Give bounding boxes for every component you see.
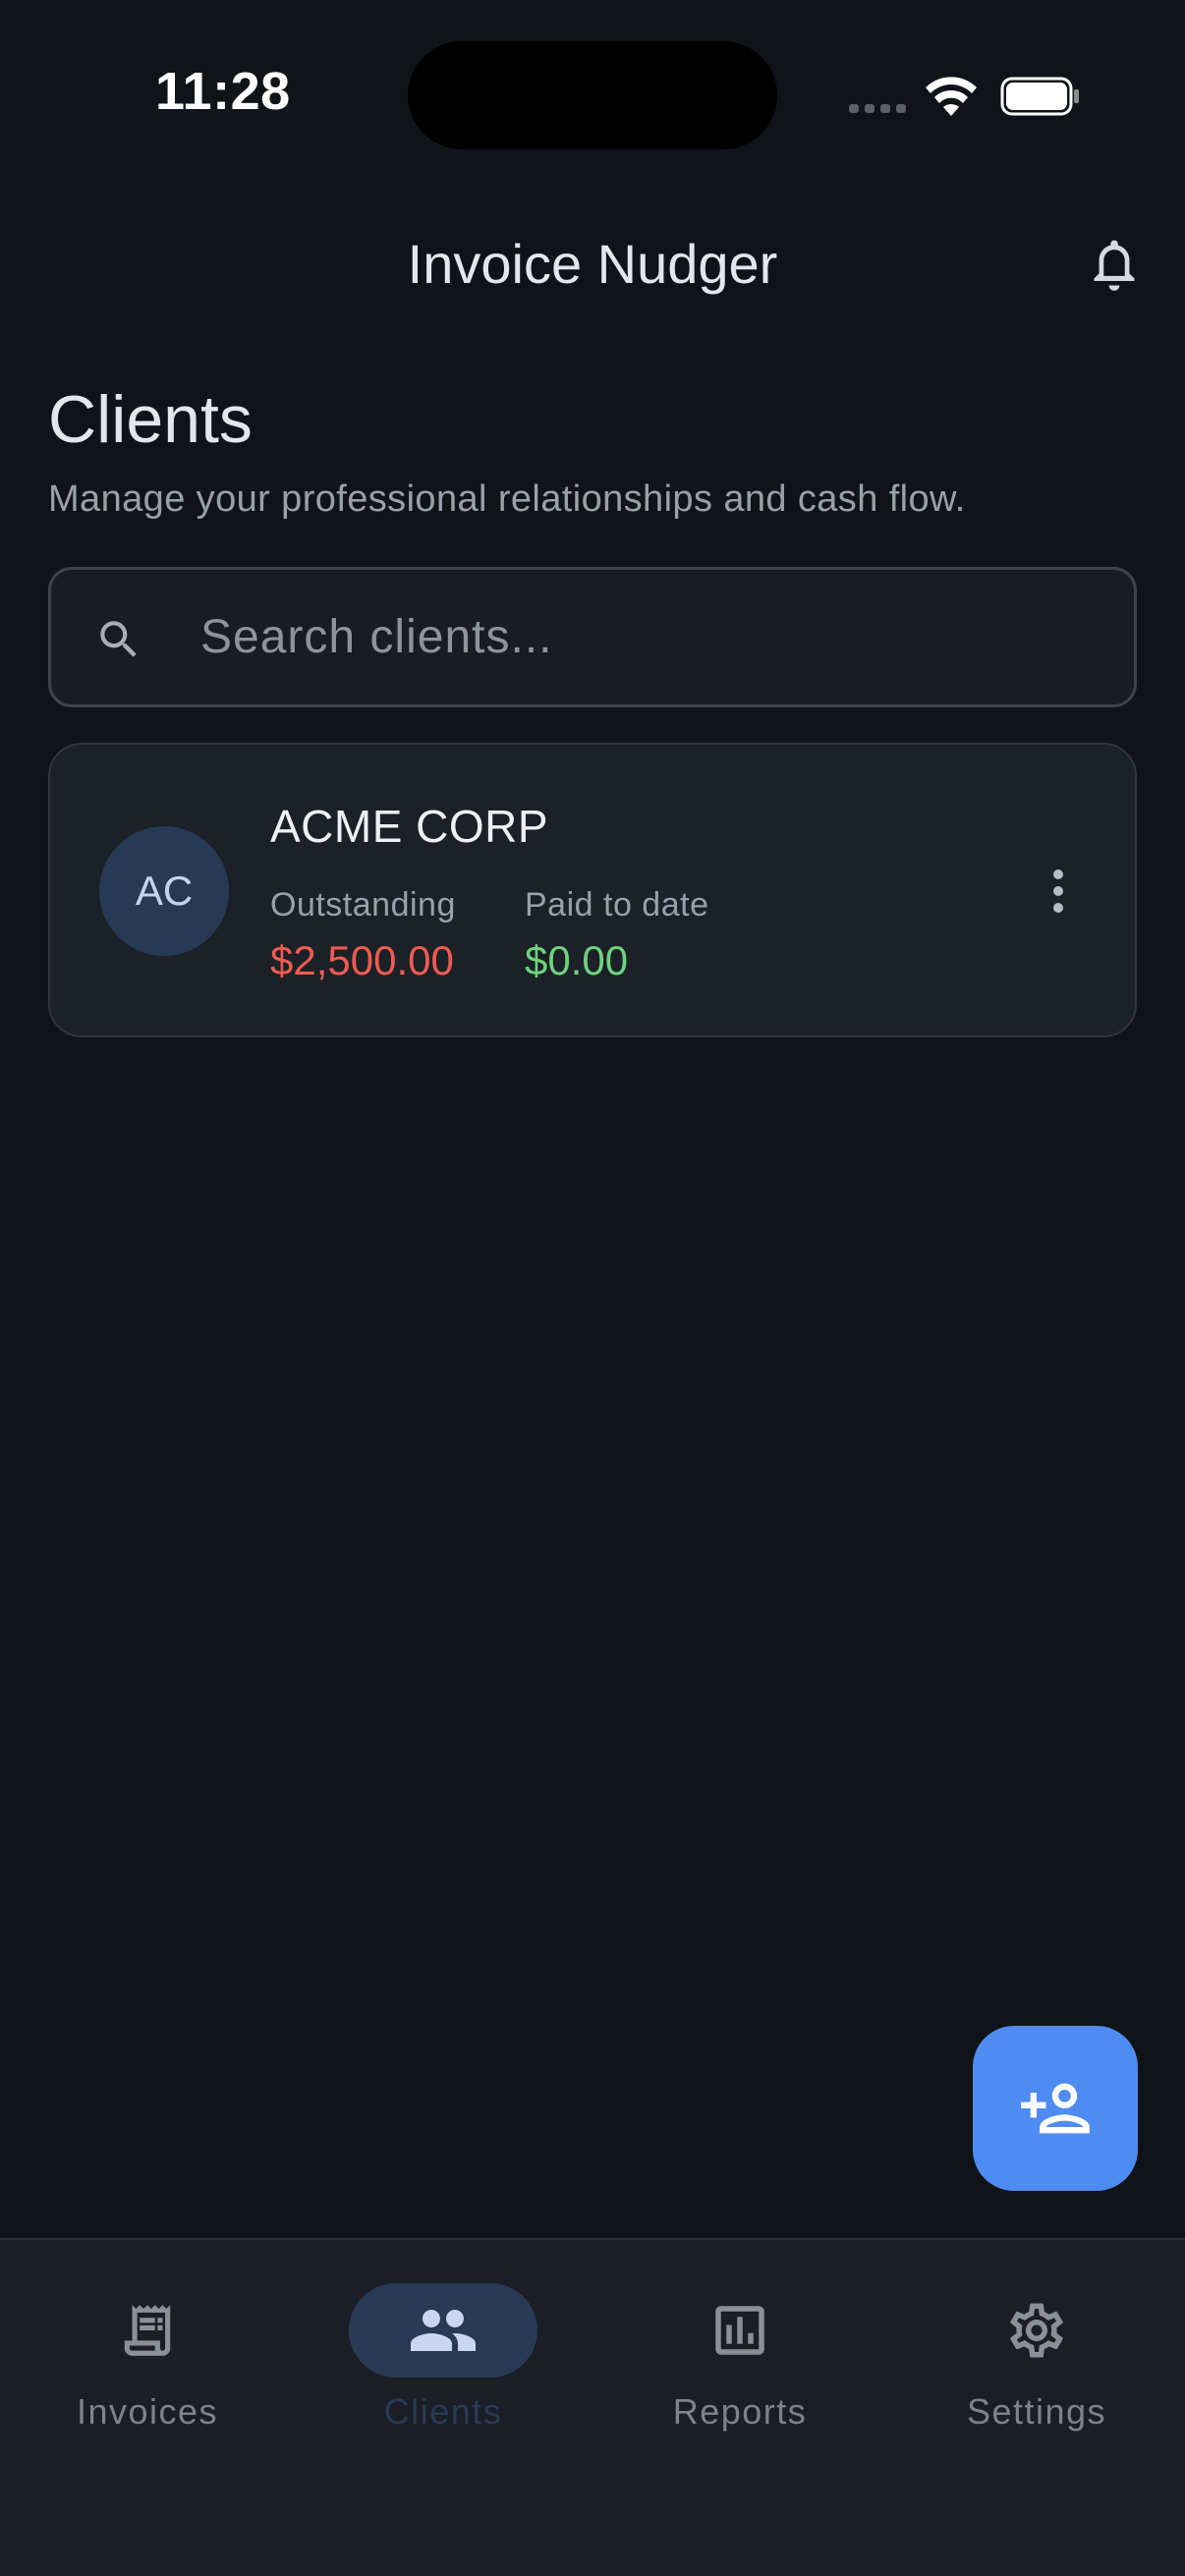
- gear-icon: [1010, 2303, 1063, 2358]
- add-client-button[interactable]: [973, 2026, 1138, 2191]
- outstanding-label: Outstanding: [270, 886, 456, 924]
- paid-to-date-value: $0.00: [525, 937, 629, 983]
- nav-item-invoices[interactable]: Invoices: [0, 2240, 295, 2495]
- nav-item-reports[interactable]: Reports: [592, 2240, 887, 2495]
- wifi-icon: [926, 77, 977, 116]
- bar-chart-icon: [715, 2306, 764, 2355]
- page-subtitle: Manage your professional relationships a…: [48, 478, 966, 520]
- nav-label: Invoices: [76, 2391, 219, 2432]
- nav-icon-container: [53, 2283, 242, 2378]
- outstanding-value: $2,500.00: [270, 937, 454, 983]
- status-time: 11:28: [155, 62, 291, 121]
- battery-icon: [1000, 77, 1079, 116]
- nav-label: Settings: [966, 2391, 1107, 2432]
- nav-icon-container: [942, 2283, 1131, 2378]
- nav-item-settings[interactable]: Settings: [889, 2240, 1184, 2495]
- nav-label: Clients: [383, 2391, 503, 2432]
- nav-label: Reports: [672, 2391, 808, 2432]
- search-input[interactable]: [200, 570, 1085, 704]
- page-title: Clients: [48, 382, 253, 457]
- app-title: Invoice Nudger: [407, 233, 778, 295]
- bottom-navigation: Invoices Clients Reports Settings: [0, 2238, 1185, 2576]
- people-icon: [411, 2310, 476, 2351]
- dynamic-island: [408, 41, 777, 149]
- nav-item-clients[interactable]: Clients: [296, 2240, 591, 2495]
- clients-screen: 11:28 Invoice Nudger Clients Manage your…: [0, 0, 1185, 2576]
- client-card[interactable]: AC ACME CORP Outstanding $2,500.00 Paid …: [48, 743, 1137, 1037]
- search-icon: [100, 621, 137, 657]
- more-vertical-icon[interactable]: [1050, 868, 1066, 914]
- paid-to-date-label: Paid to date: [525, 886, 709, 924]
- client-name: ACME CORP: [270, 801, 549, 852]
- bell-icon[interactable]: [1087, 234, 1142, 295]
- search-field[interactable]: [48, 567, 1137, 707]
- receipt-icon: [124, 2305, 171, 2356]
- add-person-icon: [1021, 2083, 1090, 2134]
- avatar: AC: [99, 826, 229, 956]
- nav-icon-container: [349, 2283, 537, 2378]
- cellular-signal-icon: [849, 104, 906, 113]
- nav-icon-container: [646, 2283, 834, 2378]
